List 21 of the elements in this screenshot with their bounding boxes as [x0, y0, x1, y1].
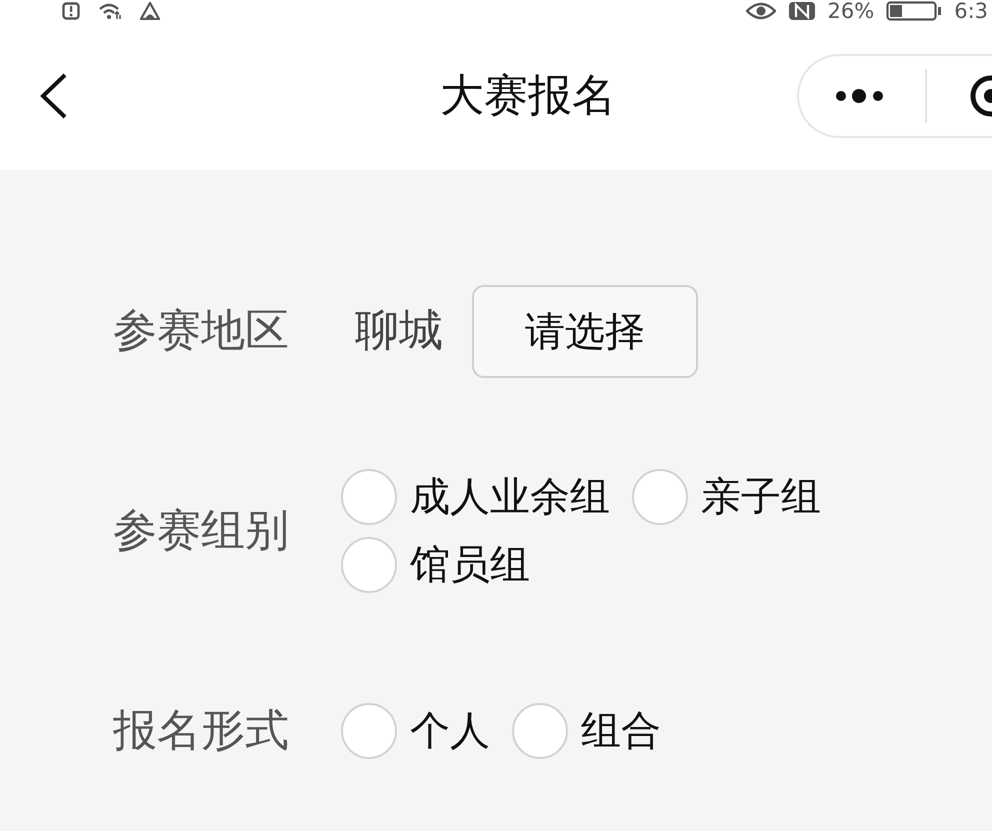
radio-label[interactable]: 亲子组	[701, 473, 821, 521]
radio-label[interactable]: 馆员组	[410, 541, 530, 589]
clock-time: 6:3	[954, 0, 988, 22]
field-label: 参赛组别	[113, 505, 289, 557]
select-button[interactable]: 请选择	[472, 284, 698, 378]
more-icon[interactable]	[835, 89, 885, 103]
alert-square-icon	[62, 2, 80, 20]
triangle-icon	[140, 2, 160, 20]
region-value: 聊城	[355, 305, 443, 357]
radio-label[interactable]: 成人业余组	[410, 473, 610, 521]
page-title: 大赛报名	[440, 70, 616, 122]
battery-percent: 26%	[828, 0, 874, 22]
field-label: 参赛地区	[113, 305, 289, 357]
back-icon[interactable]	[40, 73, 68, 119]
wifi-icon	[98, 2, 122, 20]
eye-icon	[746, 2, 776, 20]
target-icon[interactable]	[968, 74, 992, 118]
battery-icon	[886, 1, 942, 21]
radio-label[interactable]: 个人	[410, 707, 490, 755]
field-label: 报名形式	[113, 705, 289, 757]
radio-label[interactable]: 组合	[581, 707, 661, 755]
